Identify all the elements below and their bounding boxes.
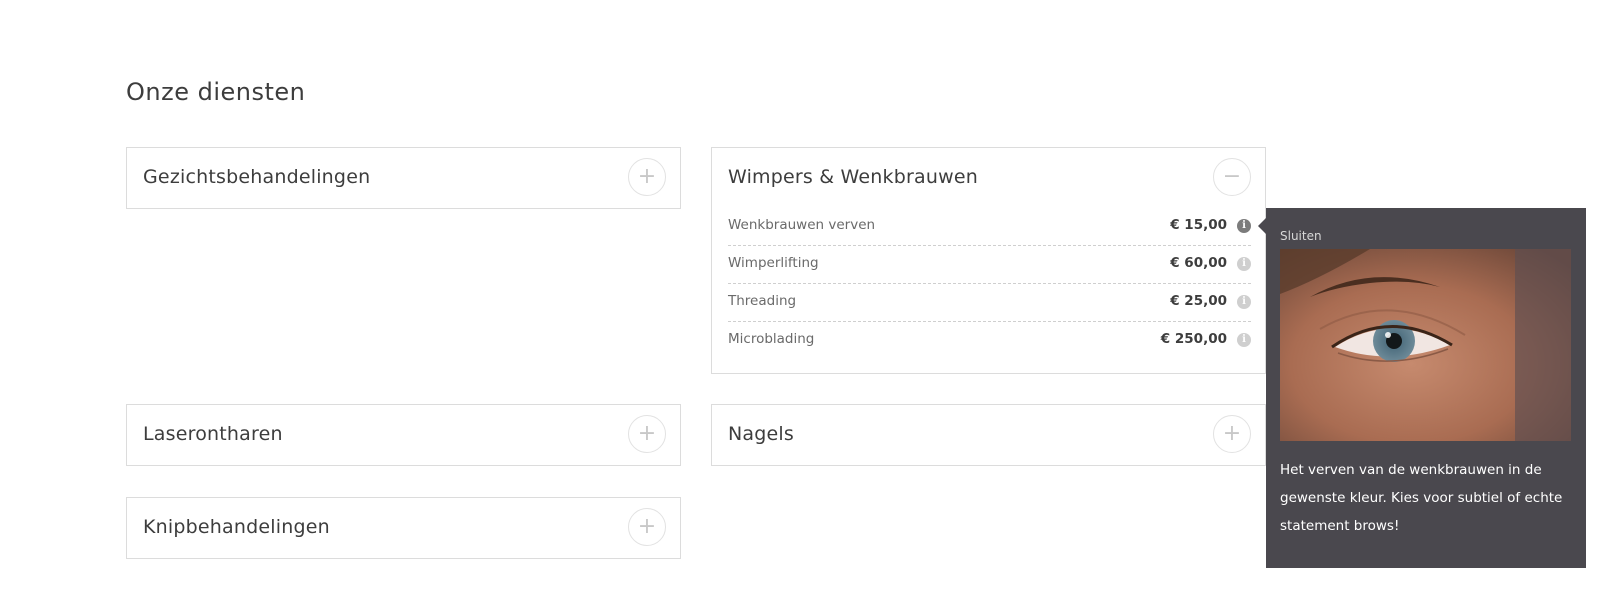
eye-closeup-photo [1280,249,1571,441]
panel-header[interactable]: Nagels + [712,405,1265,465]
info-icon[interactable]: i [1237,257,1251,271]
panel-title: Nagels [728,423,794,445]
tooltip-arrow [1258,218,1266,234]
tooltip-close-link[interactable]: Sluiten [1280,229,1322,243]
service-info-tooltip: Sluiten Het verven van de wenkbrauwen in… [1258,208,1586,568]
service-category-facial[interactable]: Gezichtsbehandelingen + [126,147,681,209]
service-category-nails[interactable]: Nagels + [711,404,1266,466]
service-price: € 60,00 [1170,255,1227,271]
collapse-minus-icon[interactable]: − [1213,158,1251,196]
tooltip-description: Het verven van de wenkbrauwen in de gewe… [1280,462,1563,534]
panel-header[interactable]: Laserontharen + [127,405,680,465]
expand-plus-icon[interactable]: + [1213,415,1251,453]
info-icon[interactable]: i [1237,333,1251,347]
service-row: Wimperlifting € 60,00 i [728,246,1251,284]
service-category-lashes-brows: Wimpers & Wenkbrauwen − Wenkbrauwen verv… [711,147,1266,374]
panel-title: Wimpers & Wenkbrauwen [728,166,978,188]
service-price: € 250,00 [1160,331,1227,347]
service-name: Wimperlifting [728,255,819,271]
service-category-haircuts[interactable]: Knipbehandelingen + [126,497,681,559]
service-list: Wenkbrauwen verven € 15,00 i Wimperlifti… [728,208,1251,360]
panel-header[interactable]: Wimpers & Wenkbrauwen − [712,148,1265,208]
panel-title: Laserontharen [143,423,283,445]
service-row: Wenkbrauwen verven € 15,00 i [728,208,1251,246]
service-name: Wenkbrauwen verven [728,217,876,233]
service-row: Microblading € 250,00 i [728,322,1251,360]
service-name: Threading [728,293,797,309]
service-name: Microblading [728,331,815,347]
info-icon[interactable]: i [1237,219,1251,233]
panel-header[interactable]: Knipbehandelingen + [127,498,680,558]
service-price: € 15,00 [1170,217,1227,233]
service-price: € 25,00 [1170,293,1227,309]
expand-plus-icon[interactable]: + [628,158,666,196]
expand-plus-icon[interactable]: + [628,508,666,546]
service-row: Threading € 25,00 i [728,284,1251,322]
service-category-laser[interactable]: Laserontharen + [126,404,681,466]
panel-header[interactable]: Gezichtsbehandelingen + [127,148,680,208]
page-title: Onze diensten [126,78,306,106]
info-icon[interactable]: i [1237,295,1251,309]
eye-illustration [1280,249,1571,441]
panel-title: Gezichtsbehandelingen [143,166,371,188]
panel-title: Knipbehandelingen [143,516,330,538]
expand-plus-icon[interactable]: + [628,415,666,453]
